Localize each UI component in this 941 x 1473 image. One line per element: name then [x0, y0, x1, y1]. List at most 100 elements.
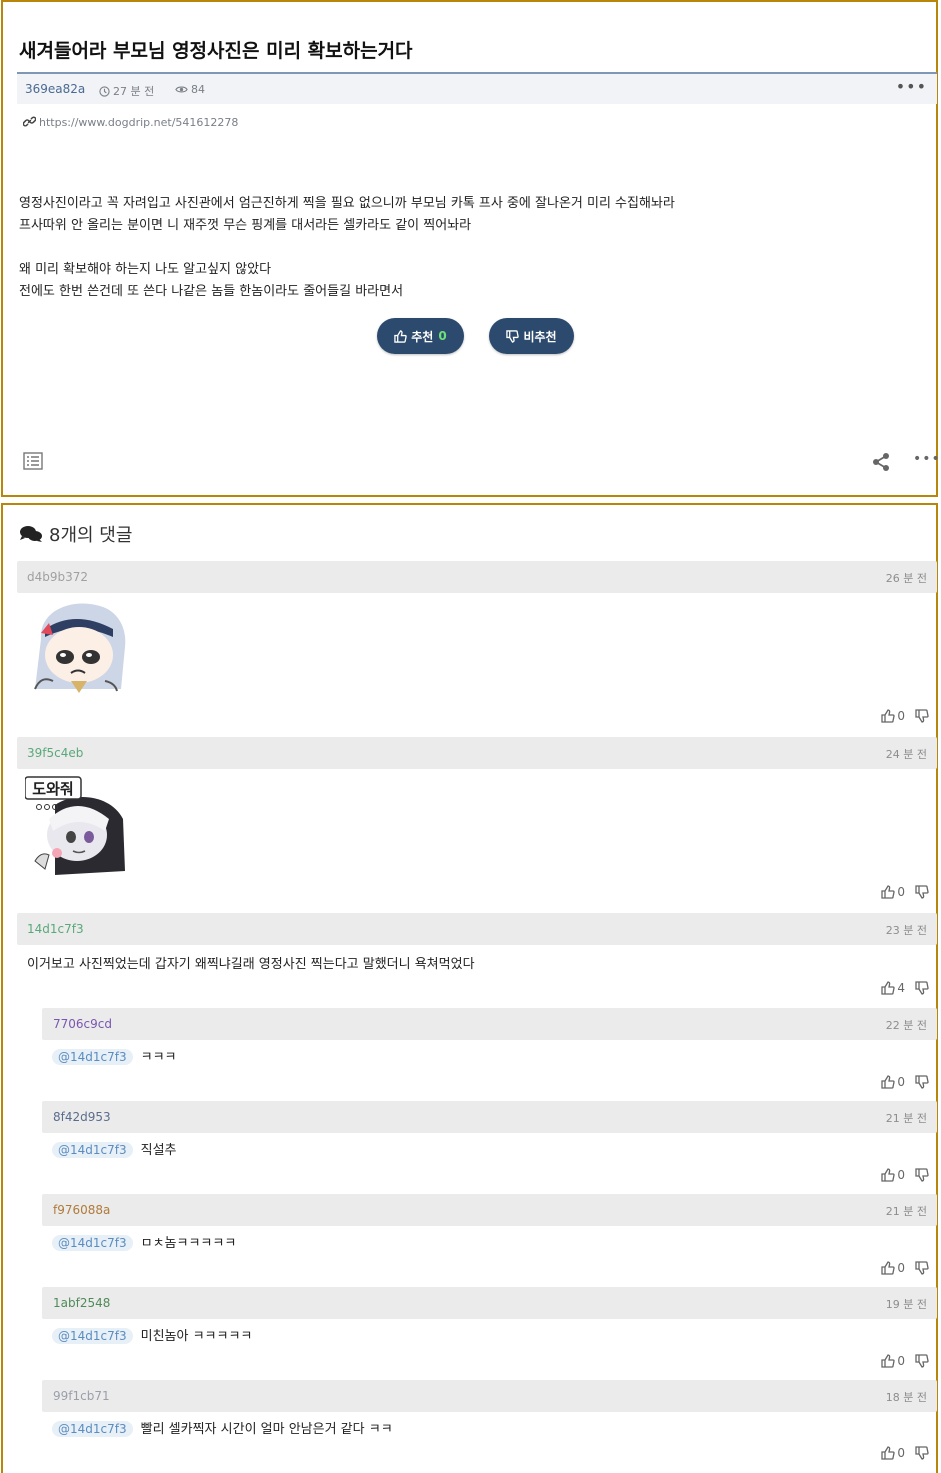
comment-votes: 0 [877, 885, 929, 899]
thumb-down-icon[interactable] [915, 709, 929, 723]
comment-author[interactable]: f976088a [53, 1203, 110, 1217]
more-icon[interactable]: ••• [896, 77, 927, 96]
share-icon[interactable] [871, 452, 891, 472]
comment-text-row: @14d1c7f3 ㅋㅋㅋ [52, 1046, 177, 1065]
upvote-label: 추천 [411, 329, 434, 344]
post-url[interactable]: https://www.dogdrip.net/541612278 [22, 115, 238, 129]
downvote-button[interactable]: 비추천 [489, 318, 574, 354]
post-body: 영정사진이라고 꼭 자려입고 사진관에서 엄근진하게 찍을 필요 없으니까 부모… [19, 193, 675, 303]
thumb-down-icon[interactable] [915, 885, 929, 899]
thumb-up-icon[interactable] [881, 1446, 896, 1460]
upvote-button[interactable]: 추천 0 [377, 318, 464, 354]
comment-upvote-count: 0 [897, 1354, 905, 1368]
thumb-up-icon [394, 329, 407, 343]
eye-icon [175, 86, 188, 93]
comment-header-bar [17, 913, 937, 945]
comment-author[interactable]: 99f1cb71 [53, 1389, 110, 1403]
thumb-down-icon [506, 329, 520, 343]
comment-text: 직설추 [140, 1143, 177, 1158]
thumb-down-icon[interactable] [915, 1075, 929, 1089]
thumb-down-icon[interactable] [915, 1354, 929, 1368]
post-time: 27 분 전 [99, 83, 154, 99]
mention-tag[interactable]: @14d1c7f3 [52, 1328, 133, 1344]
post-meta-bar: 369ea82a 27 분 전 84 ••• [17, 72, 937, 104]
comment-header-bar [17, 737, 937, 769]
comment-votes: 0 [877, 709, 929, 723]
comment-upvote-count: 0 [897, 885, 905, 899]
thumb-down-icon[interactable] [915, 1446, 929, 1460]
comment-author[interactable]: 39f5c4eb [27, 746, 83, 760]
comment-header-bar [42, 1008, 937, 1040]
thumb-up-icon[interactable] [881, 981, 896, 995]
reply-item: 1abf2548 19 분 전 @14d1c7f3 미친놈아 ㅋㅋㅋㅋㅋ 0 [42, 1287, 937, 1375]
comment-time: 22 분 전 [885, 1019, 927, 1032]
comment-votes: 4 [877, 981, 929, 995]
post-url-text[interactable]: https://www.dogdrip.net/541612278 [39, 116, 238, 129]
post-views-count: 84 [191, 83, 205, 96]
post-title: 새겨들어라 부모님 영정사진은 미리 확보하는거다 [19, 40, 413, 62]
thumb-down-icon[interactable] [915, 981, 929, 995]
thumb-up-icon[interactable] [881, 1354, 896, 1368]
comment-time: 19 분 전 [885, 1298, 927, 1311]
comment-author[interactable]: 8f42d953 [53, 1110, 111, 1124]
mention-tag[interactable]: @14d1c7f3 [52, 1235, 133, 1251]
thumb-up-icon[interactable] [881, 1075, 896, 1089]
post-body-line: 프사따위 안 올리는 분이면 니 재주껏 무슨 핑계를 대서라든 셀카라도 같이… [19, 218, 472, 233]
reply-item: f976088a 21 분 전 @14d1c7f3 ㅁㅊ놈ㅋㅋㅋㅋㅋ 0 [42, 1194, 937, 1282]
post-body-line: 왜 미리 확보해야 하는지 나도 알고싶지 않았다 [19, 262, 272, 277]
comment-upvote-count: 0 [897, 1261, 905, 1275]
thumb-up-icon[interactable] [881, 1168, 896, 1182]
comment-header-bar [42, 1287, 937, 1319]
mention-tag[interactable]: @14d1c7f3 [52, 1421, 133, 1437]
post-author[interactable]: 369ea82a [25, 82, 85, 96]
comment-upvote-count: 0 [897, 709, 905, 723]
sticker-text: 도와줘 [32, 780, 73, 798]
reply-item: 99f1cb71 18 분 전 @14d1c7f3 빨리 셀카찍자 시간이 얼마 … [42, 1380, 937, 1468]
comment-text-row: @14d1c7f3 미친놈아 ㅋㅋㅋㅋㅋ [52, 1325, 252, 1344]
thumb-up-icon[interactable] [881, 1261, 896, 1275]
reply-item: 7706c9cd 22 분 전 @14d1c7f3 ㅋㅋㅋ 0 [42, 1008, 937, 1096]
comments-count: 8개의 댓글 [49, 525, 133, 546]
thumb-up-icon[interactable] [881, 709, 896, 723]
thumb-down-icon[interactable] [915, 1261, 929, 1275]
mention-tag[interactable]: @14d1c7f3 [52, 1049, 133, 1065]
more-icon[interactable]: ••• [913, 451, 941, 467]
comment-item: 39f5c4eb 24 분 전 도와줘 0 [17, 737, 937, 907]
post-panel: 새겨들어라 부모님 영정사진은 미리 확보하는거다 369ea82a 27 분 … [1, 0, 941, 497]
post-body-line: 영정사진이라고 꼭 자려입고 사진관에서 엄근진하게 찍을 필요 없으니까 부모… [19, 196, 675, 211]
comment-author[interactable]: d4b9b372 [27, 570, 88, 584]
downvote-label: 비추천 [523, 329, 557, 344]
comment-item: d4b9b372 26 분 전 0 [17, 561, 937, 731]
comment-text-row: @14d1c7f3 직설추 [52, 1139, 177, 1158]
comment-votes: 0 [877, 1354, 929, 1368]
thumb-down-icon[interactable] [915, 1168, 929, 1182]
comment-header-bar [42, 1194, 937, 1226]
comment-votes: 0 [877, 1075, 929, 1089]
comments-header: 8개의 댓글 [19, 521, 132, 547]
sticker-image: 도와줘 [25, 775, 127, 879]
comments-panel: 8개의 댓글 d4b9b372 26 분 전 0 39f5c4eb 24 분 전 [1, 503, 938, 1473]
mention-tag[interactable]: @14d1c7f3 [52, 1142, 133, 1158]
comment-votes: 0 [877, 1168, 929, 1182]
comment-upvote-count: 0 [897, 1075, 905, 1089]
comment-header-bar [42, 1380, 937, 1412]
comment-upvote-count: 0 [897, 1446, 905, 1460]
comment-text: 미친놈아 ㅋㅋㅋㅋㅋ [140, 1329, 253, 1344]
comment-time: 23 분 전 [885, 924, 927, 937]
thumb-up-icon[interactable] [881, 885, 896, 899]
list-icon[interactable] [23, 452, 43, 470]
post-time-text: 27 분 전 [113, 85, 155, 98]
comment-time: 18 분 전 [885, 1391, 927, 1404]
upvote-count: 0 [438, 329, 447, 343]
comment-text-row: @14d1c7f3 ㅁㅊ놈ㅋㅋㅋㅋㅋ [52, 1232, 236, 1251]
comment-text: 이거보고 사진찍었는데 갑자기 왜찍냐길래 영정사진 찍는다고 말했더니 욕쳐먹… [27, 957, 475, 972]
comment-time: 21 분 전 [885, 1112, 927, 1125]
post-body-line: 전에도 한번 쓴건데 또 쓴다 나같은 놈들 한놈이라도 줄어들길 바라면서 [19, 284, 404, 299]
clock-icon [99, 86, 110, 97]
comment-item: 14d1c7f3 23 분 전 이거보고 사진찍었는데 갑자기 왜찍냐길래 영정… [17, 913, 937, 1003]
comment-author[interactable]: 1abf2548 [53, 1296, 110, 1310]
comment-upvote-count: 0 [897, 1168, 905, 1182]
comment-author[interactable]: 7706c9cd [53, 1017, 112, 1031]
comment-author[interactable]: 14d1c7f3 [27, 922, 84, 936]
comment-text: ㅋㅋㅋ [140, 1050, 177, 1065]
